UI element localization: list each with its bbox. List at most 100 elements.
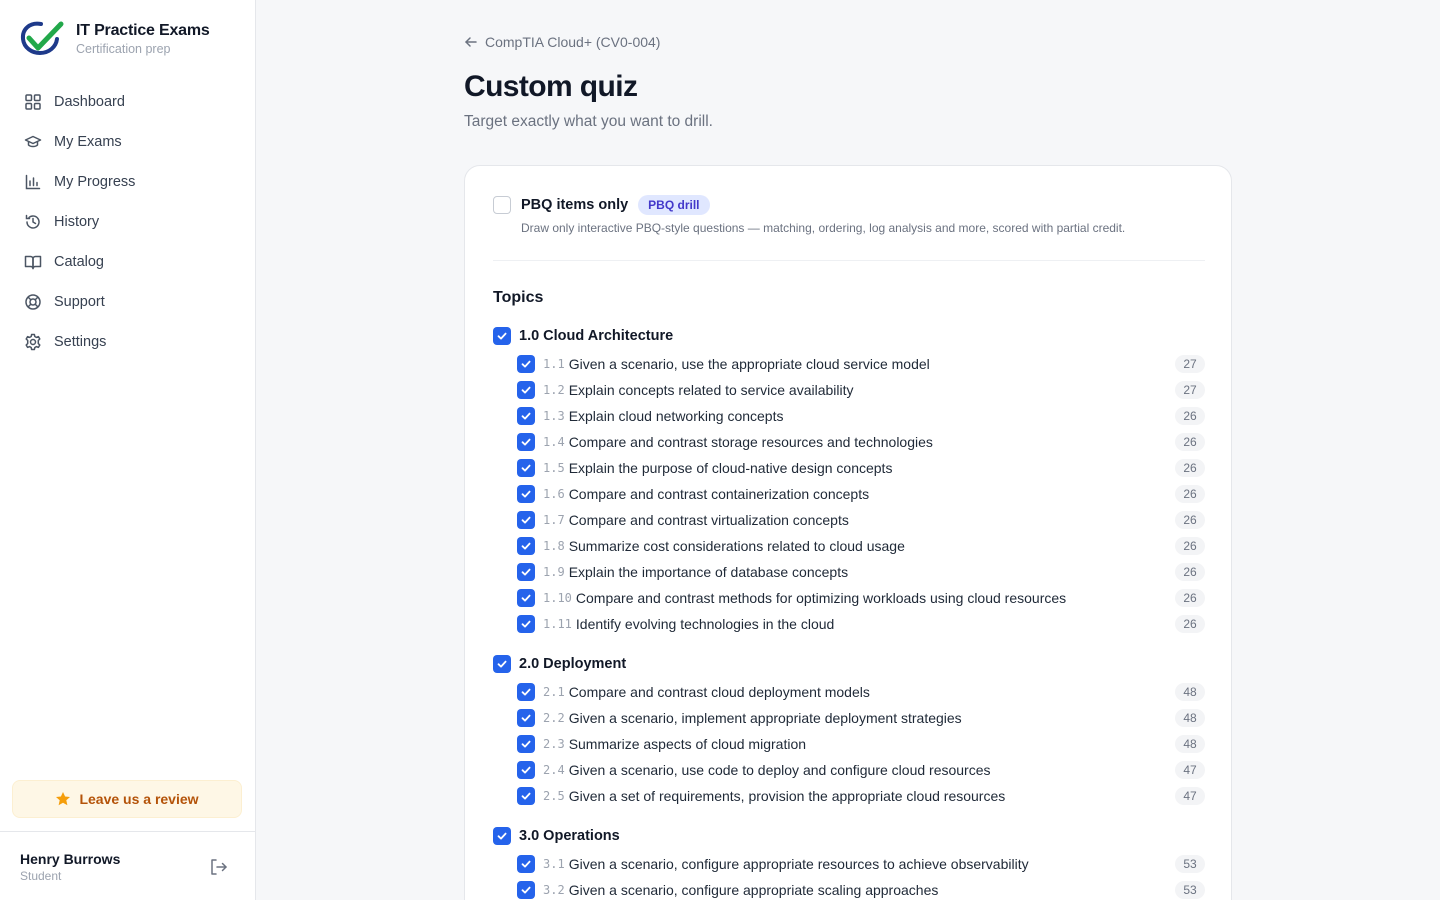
objective-row[interactable]: 2.4 Given a scenario, use code to deploy … [517, 760, 1205, 780]
sidebar-item-support[interactable]: Support [12, 282, 244, 322]
objective-checkbox[interactable] [517, 485, 535, 503]
sidebar-item-label: Dashboard [54, 94, 125, 110]
objective-checkbox[interactable] [517, 683, 535, 701]
sidebar-item-dashboard[interactable]: Dashboard [12, 82, 244, 122]
check-icon [521, 860, 531, 868]
objective-checkbox[interactable] [517, 459, 535, 477]
objective-checkbox[interactable] [517, 881, 535, 899]
objective-checkbox[interactable] [517, 433, 535, 451]
domain-checkbox[interactable] [493, 827, 511, 845]
objective-code: 2.2 [543, 711, 565, 725]
topic-domain-row[interactable]: 3.0 Operations [493, 826, 620, 846]
sidebar-item-settings[interactable]: Settings [12, 322, 244, 362]
objective-label: Given a scenario, implement appropriate … [568, 710, 962, 726]
objective-label: Explain cloud networking concepts [568, 408, 784, 424]
sidebar-item-my-exams[interactable]: My Exams [12, 122, 244, 162]
check-icon [497, 660, 507, 668]
objective-code: 2.1 [543, 685, 565, 699]
objective-checkbox[interactable] [517, 407, 535, 425]
check-icon [521, 792, 531, 800]
check-icon [521, 568, 531, 576]
objective-checkbox[interactable] [517, 787, 535, 805]
gear-icon [24, 333, 42, 351]
objective-label: Explain the importance of database conce… [568, 564, 849, 580]
objective-checkbox[interactable] [517, 761, 535, 779]
objective-row[interactable]: 2.3 Summarize aspects of cloud migration 4… [517, 734, 1205, 754]
objective-label: Compare and contrast cloud deployment mo… [568, 684, 870, 700]
topic-domain-row[interactable]: 2.0 Deployment [493, 654, 626, 674]
objective-checkbox[interactable] [517, 355, 535, 373]
objective-row[interactable]: 1.8 Summarize cost considerations related… [517, 536, 1205, 556]
objective-code: 1.1 [543, 357, 565, 371]
objective-row[interactable]: 2.5 Given a set of requirements, provisio… [517, 786, 1205, 806]
domain-checkbox[interactable] [493, 655, 511, 673]
objective-code: 1.8 [543, 539, 565, 553]
sidebar-item-history[interactable]: History [12, 202, 244, 242]
topic-domain-row[interactable]: 1.0 Cloud Architecture [493, 326, 673, 346]
objective-checkbox[interactable] [517, 709, 535, 727]
quiz-config-card: PBQ items only PBQ drill Draw only inter… [464, 165, 1232, 900]
objective-row[interactable]: 3.1 Given a scenario, configure appropria… [517, 854, 1205, 874]
objective-row[interactable]: 1.3 Explain cloud networking concepts 26 [517, 406, 1205, 426]
question-count-badge: 26 [1175, 433, 1205, 451]
question-count-badge: 27 [1175, 355, 1205, 373]
objective-label: Compare and contrast methods for optimiz… [575, 590, 1067, 606]
pbq-label: PBQ items only [521, 197, 629, 213]
check-icon [521, 740, 531, 748]
question-count-badge: 48 [1175, 683, 1205, 701]
objective-row[interactable]: 1.10 Compare and contrast methods for opt… [517, 588, 1205, 608]
objective-code: 1.10 [543, 591, 572, 605]
page-subtitle: Target exactly what you want to drill. [464, 113, 713, 130]
objective-checkbox[interactable] [517, 735, 535, 753]
objective-checkbox[interactable] [517, 537, 535, 555]
sidebar-item-catalog[interactable]: Catalog [12, 242, 244, 282]
objective-checkbox[interactable] [517, 381, 535, 399]
objective-checkbox[interactable] [517, 563, 535, 581]
objective-code: 2.4 [543, 763, 565, 777]
bar-chart-icon [24, 173, 42, 191]
objective-label: Explain concepts related to service avai… [568, 382, 854, 398]
question-count-badge: 48 [1175, 735, 1205, 753]
leave-review-button[interactable]: Leave us a review [12, 780, 242, 818]
objective-code: 1.7 [543, 513, 565, 527]
objective-row[interactable]: 1.9 Explain the importance of database co… [517, 562, 1205, 582]
objective-row[interactable]: 1.6 Compare and contrast containerization… [517, 484, 1205, 504]
check-icon [521, 438, 531, 446]
question-count-badge: 47 [1175, 787, 1205, 805]
objective-checkbox[interactable] [517, 511, 535, 529]
pbq-checkbox[interactable] [493, 196, 511, 214]
domain-checkbox[interactable] [493, 327, 511, 345]
leave-review-label: Leave us a review [79, 791, 199, 807]
question-count-badge: 26 [1175, 459, 1205, 477]
check-icon [521, 490, 531, 498]
check-icon [521, 620, 531, 628]
objective-label: Given a scenario, use the appropriate cl… [568, 356, 930, 372]
objective-row[interactable]: 1.2 Explain concepts related to service a… [517, 380, 1205, 400]
sidebar-nav: Dashboard My Exams My Progress History C… [12, 82, 244, 362]
check-icon [521, 594, 531, 602]
objective-code: 1.3 [543, 409, 565, 423]
objective-checkbox[interactable] [517, 589, 535, 607]
brand[interactable]: IT Practice Exams Certification prep [20, 20, 210, 56]
logout-icon[interactable] [208, 857, 228, 877]
objective-row[interactable]: 1.11 Identify evolving technologies in th… [517, 614, 1205, 634]
objective-row[interactable]: 1.1 Given a scenario, use the appropriate… [517, 354, 1205, 374]
question-count-badge: 26 [1175, 589, 1205, 607]
question-count-badge: 26 [1175, 485, 1205, 503]
objective-row[interactable]: 1.4 Compare and contrast storage resource… [517, 432, 1205, 452]
objective-row[interactable]: 1.5 Explain the purpose of cloud-native d… [517, 458, 1205, 478]
sidebar-item-my-progress[interactable]: My Progress [12, 162, 244, 202]
back-link[interactable]: CompTIA Cloud+ (CV0-004) [464, 34, 660, 50]
objective-checkbox[interactable] [517, 855, 535, 873]
book-icon [24, 253, 42, 271]
objective-row[interactable]: 1.7 Compare and contrast virtualization c… [517, 510, 1205, 530]
check-icon [521, 766, 531, 774]
sidebar-item-label: Settings [54, 334, 107, 350]
objective-row[interactable]: 2.1 Compare and contrast cloud deployment… [517, 682, 1205, 702]
objective-code: 3.1 [543, 857, 565, 871]
objective-row[interactable]: 2.2 Given a scenario, implement appropria… [517, 708, 1205, 728]
objective-checkbox[interactable] [517, 615, 535, 633]
objective-row[interactable]: 3.2 Given a scenario, configure appropria… [517, 880, 1205, 900]
pbq-option[interactable]: PBQ items only PBQ drill [493, 195, 710, 215]
sidebar-item-label: My Exams [54, 134, 122, 150]
